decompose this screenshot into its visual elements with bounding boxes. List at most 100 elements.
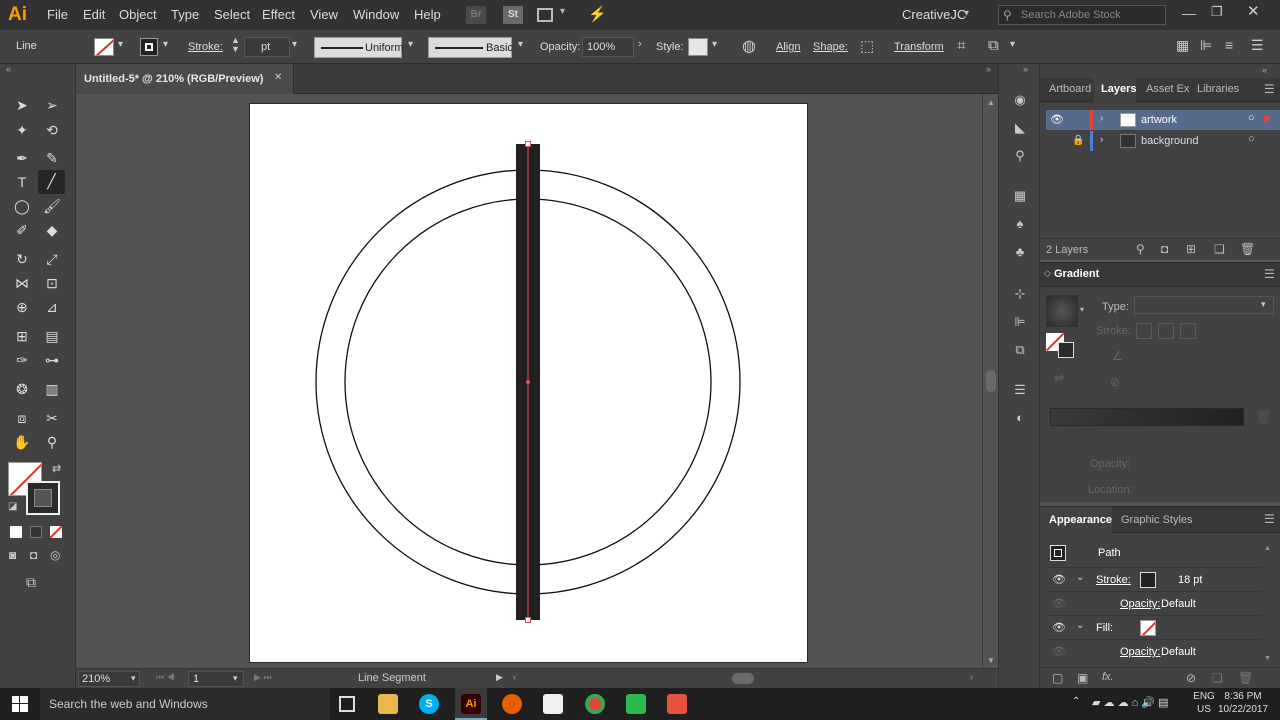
navigator-icon[interactable]: ⚲ <box>1012 148 1028 164</box>
task-view-icon[interactable] <box>339 696 355 712</box>
pathfinder-icon[interactable]: ⧉ <box>1012 342 1028 358</box>
visibility-eye-icon[interactable]: 👁 <box>1050 113 1064 126</box>
tray-chevron-icon[interactable]: ⌃ <box>1072 696 1080 707</box>
visibility-eye-icon[interactable]: 👁 <box>1052 597 1066 610</box>
zoom-level[interactable]: 210% ▾ <box>78 671 140 687</box>
tray-icons[interactable]: ▰ ☁ ☁ ⌂ 🔊 ▤ <box>1092 696 1168 709</box>
trash-icon[interactable]: 🗑 <box>1238 671 1253 685</box>
photos-icon[interactable] <box>543 694 563 714</box>
chevron-down-icon[interactable]: ▾ <box>1080 305 1084 314</box>
layer-name[interactable]: artwork <box>1141 114 1177 126</box>
panel-toggle-icon[interactable]: ◇ <box>1044 268 1051 279</box>
opacity-label[interactable]: Opacity: <box>1120 598 1160 610</box>
gradient-type-label: Type: <box>1102 301 1129 313</box>
expand-arrow-icon[interactable]: › <box>1100 113 1103 124</box>
skype-icon[interactable]: S <box>419 694 439 714</box>
gradient-title[interactable]: Gradient <box>1054 268 1099 280</box>
vertical-scrollbar[interactable]: ▲ ▼ <box>982 94 998 668</box>
transparency-icon[interactable]: ◐ <box>1012 410 1028 426</box>
tab-asset-export[interactable]: Asset Exp <box>1146 83 1190 95</box>
panel-menu-icon[interactable]: ☰ <box>1264 267 1275 281</box>
new-layer-icon[interactable]: ❏ <box>1214 242 1225 256</box>
collapse-icon[interactable]: « <box>1262 65 1267 75</box>
tab-libraries[interactable]: Libraries <box>1197 83 1239 95</box>
panel-menu-icon[interactable]: ☰ <box>1264 512 1275 526</box>
clock[interactable]: 8:36 PM 10/22/2017 <box>1218 690 1268 716</box>
visibility-eye-icon[interactable]: 👁 <box>1052 573 1066 586</box>
scroll-up-icon[interactable]: ▲ <box>987 98 995 107</box>
new-sublayer-icon[interactable]: ⊞ <box>1186 242 1196 256</box>
artboard-navigation[interactable]: 1 ▾ <box>188 671 244 687</box>
region-code: US <box>1197 704 1211 715</box>
stroke-box-small[interactable] <box>1058 342 1074 358</box>
tab-appearance[interactable]: Appearance <box>1040 507 1112 533</box>
lock-icon[interactable]: 🔒 <box>1072 135 1084 146</box>
stroke-panel-icon[interactable]: ☰ <box>1012 382 1028 398</box>
anchor-point[interactable] <box>525 617 531 623</box>
clear-appearance-icon[interactable]: ⊘ <box>1186 671 1196 685</box>
tab-graphic-styles[interactable]: Graphic Styles <box>1121 514 1193 526</box>
trash-icon[interactable]: 🗑 <box>1240 242 1255 256</box>
gradient-type-select[interactable]: ▾ <box>1134 296 1274 314</box>
locate-object-icon[interactable]: ⚲ <box>1136 242 1145 256</box>
anchor-point[interactable] <box>525 141 531 147</box>
scroll-down-icon[interactable]: ▼ <box>987 656 995 665</box>
brushes-icon[interactable]: ▦ <box>1012 188 1028 204</box>
first-artboard-icon[interactable]: ⏮ ◀ <box>156 672 175 683</box>
appearance-fill-row[interactable]: 👁 ⌄ Fill: <box>1046 615 1262 639</box>
panel-menu-icon[interactable]: ☰ <box>1264 82 1275 96</box>
chrome-icon[interactable] <box>585 694 605 714</box>
tab-artboards[interactable]: Artboard <box>1049 83 1091 95</box>
expand-icon[interactable]: » <box>1023 64 1028 74</box>
appearance-stroke-row[interactable]: 👁 ⌄ Stroke: 18 pt <box>1046 567 1262 591</box>
scroll-up-icon[interactable]: ▲ <box>1264 545 1271 552</box>
language-indicator[interactable]: ENG US <box>1192 690 1216 716</box>
camtasia-icon[interactable] <box>626 694 646 714</box>
stroke-color-swatch[interactable] <box>1140 572 1156 588</box>
stroke-label[interactable]: Stroke: <box>1096 574 1131 586</box>
add-stroke-icon[interactable]: ▢ <box>1052 671 1063 685</box>
scroll-thumb[interactable] <box>986 370 996 392</box>
add-fill-icon[interactable]: ▣ <box>1077 671 1088 685</box>
horizontal-scroll-thumb[interactable] <box>732 673 754 684</box>
graphic-styles-icon[interactable]: ♣ <box>1012 244 1028 260</box>
visibility-eye-icon[interactable]: 👁 <box>1052 645 1066 658</box>
chevron-down-icon[interactable]: ⌄ <box>1076 572 1084 583</box>
file-explorer-icon[interactable] <box>378 694 398 714</box>
opacity-label[interactable]: Opacity: <box>1120 646 1160 658</box>
layer-row-background[interactable]: 🔒 › background ○ <box>1046 131 1280 151</box>
expand-arrow-icon[interactable]: › <box>1100 134 1103 145</box>
firefox-icon[interactable] <box>502 694 522 714</box>
clipping-mask-icon[interactable]: ◘ <box>1161 242 1168 256</box>
color-guide-icon[interactable]: ◉ <box>1012 92 1028 108</box>
appearance-fill-opacity-row[interactable]: 👁 Opacity: Default <box>1046 639 1262 663</box>
symbols-icon[interactable]: ♠ <box>1012 216 1028 232</box>
fill-color-swatch[interactable] <box>1140 620 1156 636</box>
stroke-weight[interactable]: 18 pt <box>1178 574 1202 586</box>
appearance-stroke-opacity-row[interactable]: 👁 Opacity: Default <box>1046 591 1262 615</box>
tab-layers[interactable]: Layers <box>1094 78 1136 102</box>
align-panel-icon[interactable]: ⊫ <box>1012 314 1028 330</box>
scroll-right-icon[interactable]: › <box>970 672 973 682</box>
gradient-slider[interactable] <box>1050 408 1244 426</box>
illustrator-taskbar-item[interactable]: Ai <box>455 688 487 720</box>
target-circle-icon[interactable]: ○ <box>1248 133 1255 145</box>
recorder-icon[interactable] <box>667 694 687 714</box>
scroll-down-icon[interactable]: ▼ <box>1264 655 1271 662</box>
transform-panel-icon[interactable]: ⊹ <box>1012 286 1028 302</box>
swatches-icon[interactable]: ◣ <box>1012 120 1028 136</box>
chevron-down-icon[interactable]: ⌄ <box>1076 620 1084 631</box>
layer-name[interactable]: background <box>1141 135 1199 147</box>
status-menu-icon[interactable]: ▶ <box>496 672 503 683</box>
fx-icon[interactable]: fx. <box>1102 671 1114 683</box>
last-artboard-icon[interactable]: ▶ ⏭ <box>254 672 272 683</box>
taskbar-search[interactable]: Search the web and Windows <box>40 688 330 720</box>
windows-start-icon[interactable] <box>12 696 28 712</box>
appearance-scrollbar[interactable]: ▲ ▼ <box>1264 545 1272 665</box>
scroll-left-icon[interactable]: ‹ <box>513 672 516 682</box>
layer-row-artwork[interactable]: 👁 › artwork ○ <box>1046 110 1280 130</box>
target-circle-icon[interactable]: ○ <box>1248 112 1255 124</box>
visibility-eye-icon[interactable]: 👁 <box>1052 621 1066 634</box>
duplicate-item-icon[interactable]: ❏ <box>1212 671 1223 685</box>
gradient-preview[interactable] <box>1046 295 1078 327</box>
